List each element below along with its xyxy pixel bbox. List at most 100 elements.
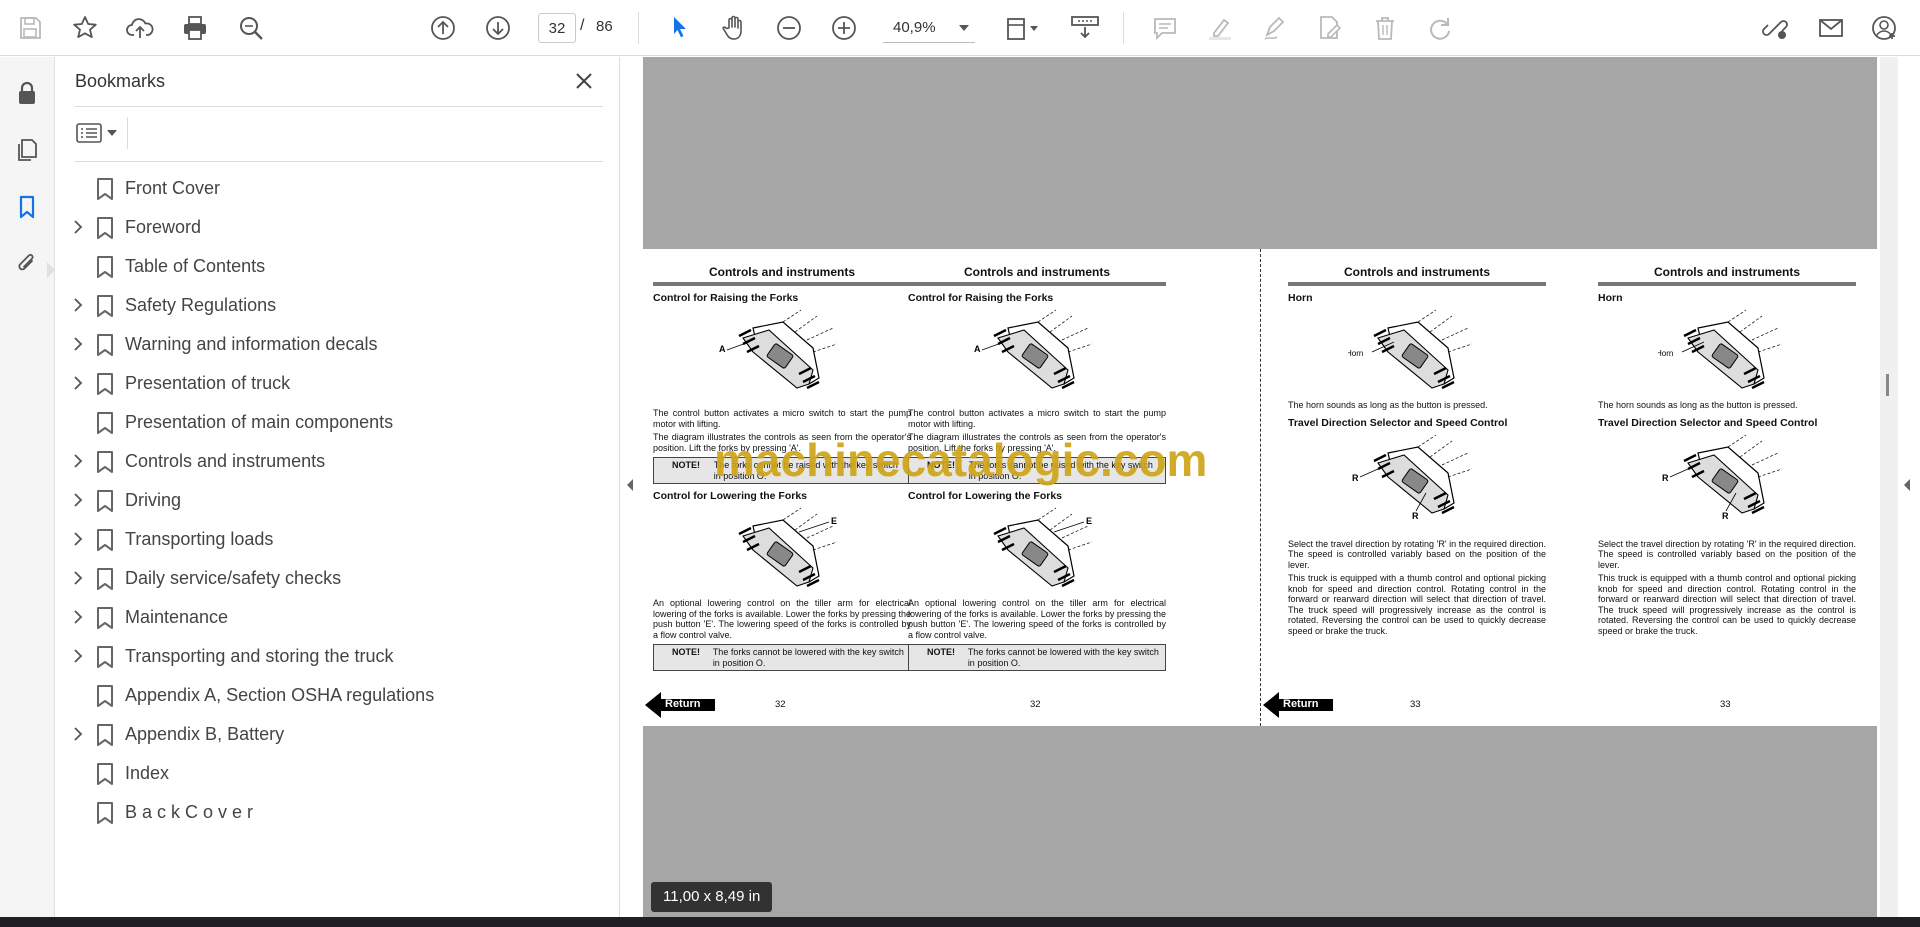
page-number: 33 (1720, 699, 1731, 710)
account-icon[interactable] (1867, 10, 1903, 46)
email-icon[interactable] (1813, 10, 1849, 46)
bookmark-star-icon[interactable] (67, 10, 103, 46)
edit-text-icon[interactable] (1312, 10, 1348, 46)
note-box: NOTE! The forks cannot be lowered with th… (908, 644, 1166, 671)
upload-icon[interactable] (122, 10, 158, 46)
bookmark-item[interactable]: Controls and instruments (56, 442, 616, 481)
bookmark-item[interactable]: Daily service/safety checks (56, 559, 616, 598)
chevron-right-icon[interactable] (71, 220, 85, 234)
chevron-right-icon[interactable] (71, 376, 85, 390)
attachments-icon[interactable] (11, 247, 43, 279)
bookmark-item[interactable]: Safety Regulations (56, 286, 616, 325)
search-zoom-icon[interactable] (233, 10, 269, 46)
diagram-label: E (831, 516, 837, 526)
page-33-column: Controls and instruments Horn Horn The horn… (1598, 265, 1856, 639)
zoom-in-icon[interactable] (826, 10, 862, 46)
chevron-right-icon[interactable] (71, 298, 85, 312)
divider (75, 106, 603, 107)
zoom-select[interactable]: 40,9% (883, 13, 975, 43)
collapse-left-panel-button[interactable] (621, 470, 639, 500)
expand-right-panel-button[interactable] (1898, 470, 1916, 500)
page-header: Controls and instruments (1598, 265, 1856, 286)
bookmark-label: Daily service/safety checks (125, 568, 342, 588)
paragraph: The control button activates a micro swi… (653, 408, 911, 429)
bookmark-label: Transporting and storing the truck (125, 646, 394, 666)
return-button[interactable]: Return (1263, 692, 1335, 718)
horn-diagram: Horn (1598, 308, 1856, 394)
scrollbar-thumb[interactable] (1886, 374, 1889, 396)
page-number-input[interactable] (538, 13, 576, 43)
chevron-right-icon[interactable] (71, 571, 85, 585)
bookmarks-icon[interactable] (11, 191, 43, 223)
delete-icon[interactable] (1367, 10, 1403, 46)
fit-page-icon[interactable] (1001, 10, 1047, 46)
paragraph: This truck is equipped with a thumb cont… (1598, 573, 1856, 636)
section-title: Control for Raising the Forks (908, 292, 1054, 304)
bookmark-item[interactable]: Presentation of truck (56, 364, 616, 403)
lock-icon[interactable] (11, 77, 43, 109)
bookmark-item[interactable]: Front Cover (56, 169, 616, 208)
bookmark-item[interactable]: Foreword (56, 208, 616, 247)
close-icon[interactable] (572, 69, 596, 93)
chevron-right-icon[interactable] (71, 493, 85, 507)
bookmark-icon (97, 529, 113, 551)
section-title: Travel Direction Selector and Speed Cont… (1288, 416, 1508, 429)
chevron-right-icon[interactable] (71, 532, 85, 546)
section-title: Horn (1598, 292, 1623, 304)
bookmark-options-button[interactable] (76, 119, 120, 147)
highlight-icon[interactable] (1202, 10, 1238, 46)
chevron-right-icon[interactable] (71, 727, 85, 741)
redo-icon[interactable] (1422, 10, 1458, 46)
section-title: Control for Raising the Forks (653, 292, 799, 304)
share-link-icon[interactable] (1757, 10, 1793, 46)
bookmark-item[interactable]: Index (56, 754, 616, 793)
comment-icon[interactable] (1147, 10, 1183, 46)
spread-divider (1260, 249, 1261, 726)
bookmark-icon (97, 295, 113, 317)
bookmark-item[interactable]: Transporting loads (56, 520, 616, 559)
bookmark-item[interactable]: B a c k C o v e r (56, 793, 616, 832)
bookmark-icon (97, 763, 113, 785)
bookmark-label: Safety Regulations (125, 295, 277, 315)
scroll-mode-icon[interactable] (1065, 10, 1105, 46)
bookmark-item[interactable]: Presentation of main components (56, 403, 616, 442)
draw-icon[interactable] (1257, 10, 1293, 46)
chevron-right-icon[interactable] (71, 337, 85, 351)
bookmark-item[interactable]: Appendix A, Section OSHA regulations (56, 676, 616, 715)
note-box: NOTE! The forks cannot be lowered with th… (653, 644, 911, 671)
chevron-right-icon[interactable] (71, 454, 85, 468)
section-title: Travel Direction Selector and Speed Cont… (1598, 416, 1818, 429)
page-thumbnails-icon[interactable] (11, 134, 43, 166)
vertical-scrollbar[interactable] (1880, 57, 1898, 917)
page-up-icon[interactable] (425, 10, 461, 46)
save-icon[interactable] (12, 10, 48, 46)
page-down-icon[interactable] (480, 10, 516, 46)
bookmark-item[interactable]: Warning and information decals (56, 325, 616, 364)
bookmarks-title: Bookmarks (75, 71, 166, 91)
hand-tool-icon[interactable] (716, 10, 752, 46)
select-cursor-icon[interactable] (661, 10, 697, 46)
toolbar-divider (638, 12, 639, 44)
bookmark-icon (97, 724, 113, 746)
bookmark-item[interactable]: Table of Contents (56, 247, 616, 286)
bookmark-item[interactable]: Appendix B, Battery (56, 715, 616, 754)
bookmark-item[interactable]: Maintenance (56, 598, 616, 637)
chevron-right-icon[interactable] (71, 649, 85, 663)
divider (75, 161, 603, 162)
section-title: Control for Lowering the Forks (653, 490, 807, 502)
chevron-right-icon[interactable] (71, 610, 85, 624)
bookmark-icon (97, 373, 113, 395)
tiller-head-diagram: Horn (1348, 309, 1473, 390)
active-panel-indicator (47, 262, 55, 278)
bookmarks-panel: Bookmarks Front Cover Foreword Table of Co… (56, 57, 620, 917)
print-icon[interactable] (177, 10, 213, 46)
return-button[interactable]: Return (645, 692, 717, 718)
bookmark-icon (97, 568, 113, 590)
bookmark-item[interactable]: Driving (56, 481, 616, 520)
zoom-out-icon[interactable] (771, 10, 807, 46)
page-number: 33 (1410, 699, 1421, 710)
zoom-dropdown-icon (959, 24, 969, 31)
bookmark-item[interactable]: Transporting and storing the truck (56, 637, 616, 676)
diagram-label: A (974, 344, 981, 354)
navigation-rail (0, 57, 55, 917)
